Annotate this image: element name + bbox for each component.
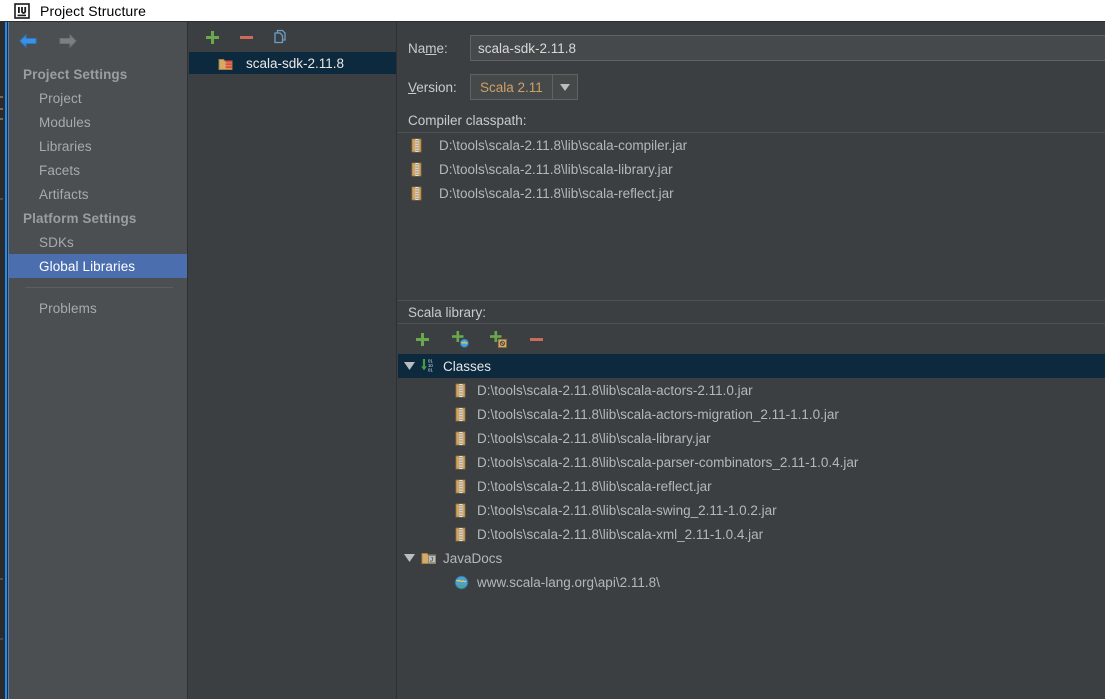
version-field-row: Version: Scala 2.11 (408, 71, 1105, 103)
javadoc-folder-icon: J (420, 550, 438, 566)
scala-sdk-icon (217, 55, 235, 71)
sidebar-item-problems[interactable]: Problems (9, 296, 187, 320)
dialog-body: Project Settings Project Modules Librari… (8, 22, 1105, 699)
jar-icon (452, 454, 470, 470)
tree-leaf-label: www.scala-lang.org\api\2.11.8\ (477, 575, 660, 590)
sidebar-item-project[interactable]: Project (9, 86, 187, 110)
scala-library-tree: 011001 Classes (398, 354, 1105, 594)
sidebar-group-project-settings: Project Settings (9, 62, 187, 86)
tree-node-label: Classes (443, 359, 491, 374)
classpath-entry-row[interactable]: D:\tools\scala-2.11.8\lib\scala-library.… (398, 157, 1105, 181)
tree-leaf-label: D:\tools\scala-2.11.8\lib\scala-swing_2.… (477, 503, 777, 518)
forward-button[interactable] (55, 31, 79, 51)
jar-icon (452, 430, 470, 446)
globe-icon (452, 574, 470, 590)
tree-leaf-jar[interactable]: D:\tools\scala-2.11.8\lib\scala-actors-2… (398, 378, 1105, 402)
add-file-button[interactable] (412, 329, 432, 349)
name-field-label: Name: (408, 41, 470, 56)
classpath-entry-row[interactable]: D:\tools\scala-2.11.8\lib\scala-compiler… (398, 133, 1105, 157)
compiler-classpath-list[interactable]: D:\tools\scala-2.11.8\lib\scala-compiler… (398, 132, 1105, 300)
tree-node-classes[interactable]: 011001 Classes (398, 354, 1105, 378)
tree-leaf-jar[interactable]: D:\tools\scala-2.11.8\lib\scala-parser-c… (398, 450, 1105, 474)
version-field-label: Version: (408, 80, 470, 95)
intellij-idea-logo-icon (14, 3, 30, 19)
tree-leaf-jar[interactable]: D:\tools\scala-2.11.8\lib\scala-xml_2.11… (398, 522, 1105, 546)
jar-icon (452, 478, 470, 494)
remove-entry-button[interactable] (526, 329, 546, 349)
tree-leaf-jar[interactable]: D:\tools\scala-2.11.8\lib\scala-swing_2.… (398, 498, 1105, 522)
settings-sidebar: Project Settings Project Modules Librari… (9, 22, 188, 699)
tree-leaf-jar[interactable]: D:\tools\scala-2.11.8\lib\scala-reflect.… (398, 474, 1105, 498)
sidebar-item-libraries[interactable]: Libraries (9, 134, 187, 158)
chevron-down-icon[interactable] (553, 75, 577, 99)
jar-icon (408, 185, 426, 201)
tree-leaf-jar[interactable]: D:\tools\scala-2.11.8\lib\scala-library.… (398, 426, 1105, 450)
add-document-button[interactable] (488, 329, 508, 349)
tree-node-javadocs[interactable]: J JavaDocs (398, 546, 1105, 570)
window-titlebar: Project Structure (0, 0, 1105, 22)
scala-library-toolbar (398, 324, 1105, 354)
classpath-entry-path: D:\tools\scala-2.11.8\lib\scala-compiler… (439, 138, 687, 153)
background-ide-window (0, 18, 8, 699)
add-url-button[interactable] (450, 329, 470, 349)
library-list-item-label: scala-sdk-2.11.8 (246, 56, 344, 71)
tree-leaf-url[interactable]: www.scala-lang.org\api\2.11.8\ (398, 570, 1105, 594)
name-field-row: Name: (408, 32, 1105, 64)
sidebar-item-sdks[interactable]: SDKs (9, 230, 187, 254)
sidebar-item-global-libraries[interactable]: Global Libraries (9, 254, 187, 278)
jar-icon (408, 137, 426, 153)
tree-node-label: JavaDocs (443, 551, 502, 566)
jar-icon (452, 526, 470, 542)
sidebar-group-platform-settings: Platform Settings (9, 206, 187, 230)
compiler-classpath-label: Compiler classpath: (408, 109, 1105, 131)
global-libraries-list-panel: scala-sdk-2.11.8 (189, 22, 397, 699)
triangle-down-icon[interactable] (398, 554, 420, 562)
version-dropdown[interactable]: Scala 2.11 (470, 74, 578, 100)
sidebar-item-modules[interactable]: Modules (9, 110, 187, 134)
window-title: Project Structure (40, 3, 146, 19)
library-list-toolbar (189, 22, 396, 52)
sidebar-category-list: Project Settings Project Modules Librari… (9, 60, 187, 320)
tree-leaf-label: D:\tools\scala-2.11.8\lib\scala-parser-c… (477, 455, 858, 470)
tree-leaf-label: D:\tools\scala-2.11.8\lib\scala-actors-2… (477, 383, 753, 398)
version-dropdown-value: Scala 2.11 (471, 75, 553, 99)
jar-icon (452, 382, 470, 398)
remove-library-button[interactable] (236, 27, 256, 47)
tree-leaf-label: D:\tools\scala-2.11.8\lib\scala-reflect.… (477, 479, 712, 494)
jar-icon (452, 502, 470, 518)
tree-leaf-label: D:\tools\scala-2.11.8\lib\scala-actors-m… (477, 407, 839, 422)
sdk-detail-panel: Name: Version: Scala 2.11 Compiler class… (398, 22, 1105, 699)
classpath-entry-path: D:\tools\scala-2.11.8\lib\scala-reflect.… (439, 186, 674, 201)
svg-text:01: 01 (428, 367, 433, 372)
triangle-down-icon[interactable] (398, 362, 420, 370)
tree-leaf-label: D:\tools\scala-2.11.8\lib\scala-xml_2.11… (477, 527, 763, 542)
add-library-button[interactable] (202, 27, 222, 47)
jar-icon (452, 406, 470, 422)
scala-library-label: Scala library: (408, 301, 1105, 323)
sidebar-item-facets[interactable]: Facets (9, 158, 187, 182)
jar-icon (408, 161, 426, 177)
tree-leaf-label: D:\tools\scala-2.11.8\lib\scala-library.… (477, 431, 711, 446)
sidebar-navigation-bar (9, 22, 187, 60)
classes-binary-icon: 011001 (420, 358, 438, 374)
copy-library-button[interactable] (270, 27, 290, 47)
tree-leaf-jar[interactable]: D:\tools\scala-2.11.8\lib\scala-actors-m… (398, 402, 1105, 426)
sidebar-divider (25, 287, 173, 288)
name-input[interactable] (470, 35, 1105, 61)
svg-text:J: J (430, 557, 433, 563)
back-button[interactable] (17, 31, 41, 51)
classpath-entry-path: D:\tools\scala-2.11.8\lib\scala-library.… (439, 162, 673, 177)
project-structure-dialog: Project Structure Project Setting (0, 0, 1105, 699)
sidebar-item-artifacts[interactable]: Artifacts (9, 182, 187, 206)
classpath-entry-row[interactable]: D:\tools\scala-2.11.8\lib\scala-reflect.… (398, 181, 1105, 205)
library-list-item[interactable]: scala-sdk-2.11.8 (189, 52, 396, 74)
background-ide-accent-line (5, 18, 7, 699)
